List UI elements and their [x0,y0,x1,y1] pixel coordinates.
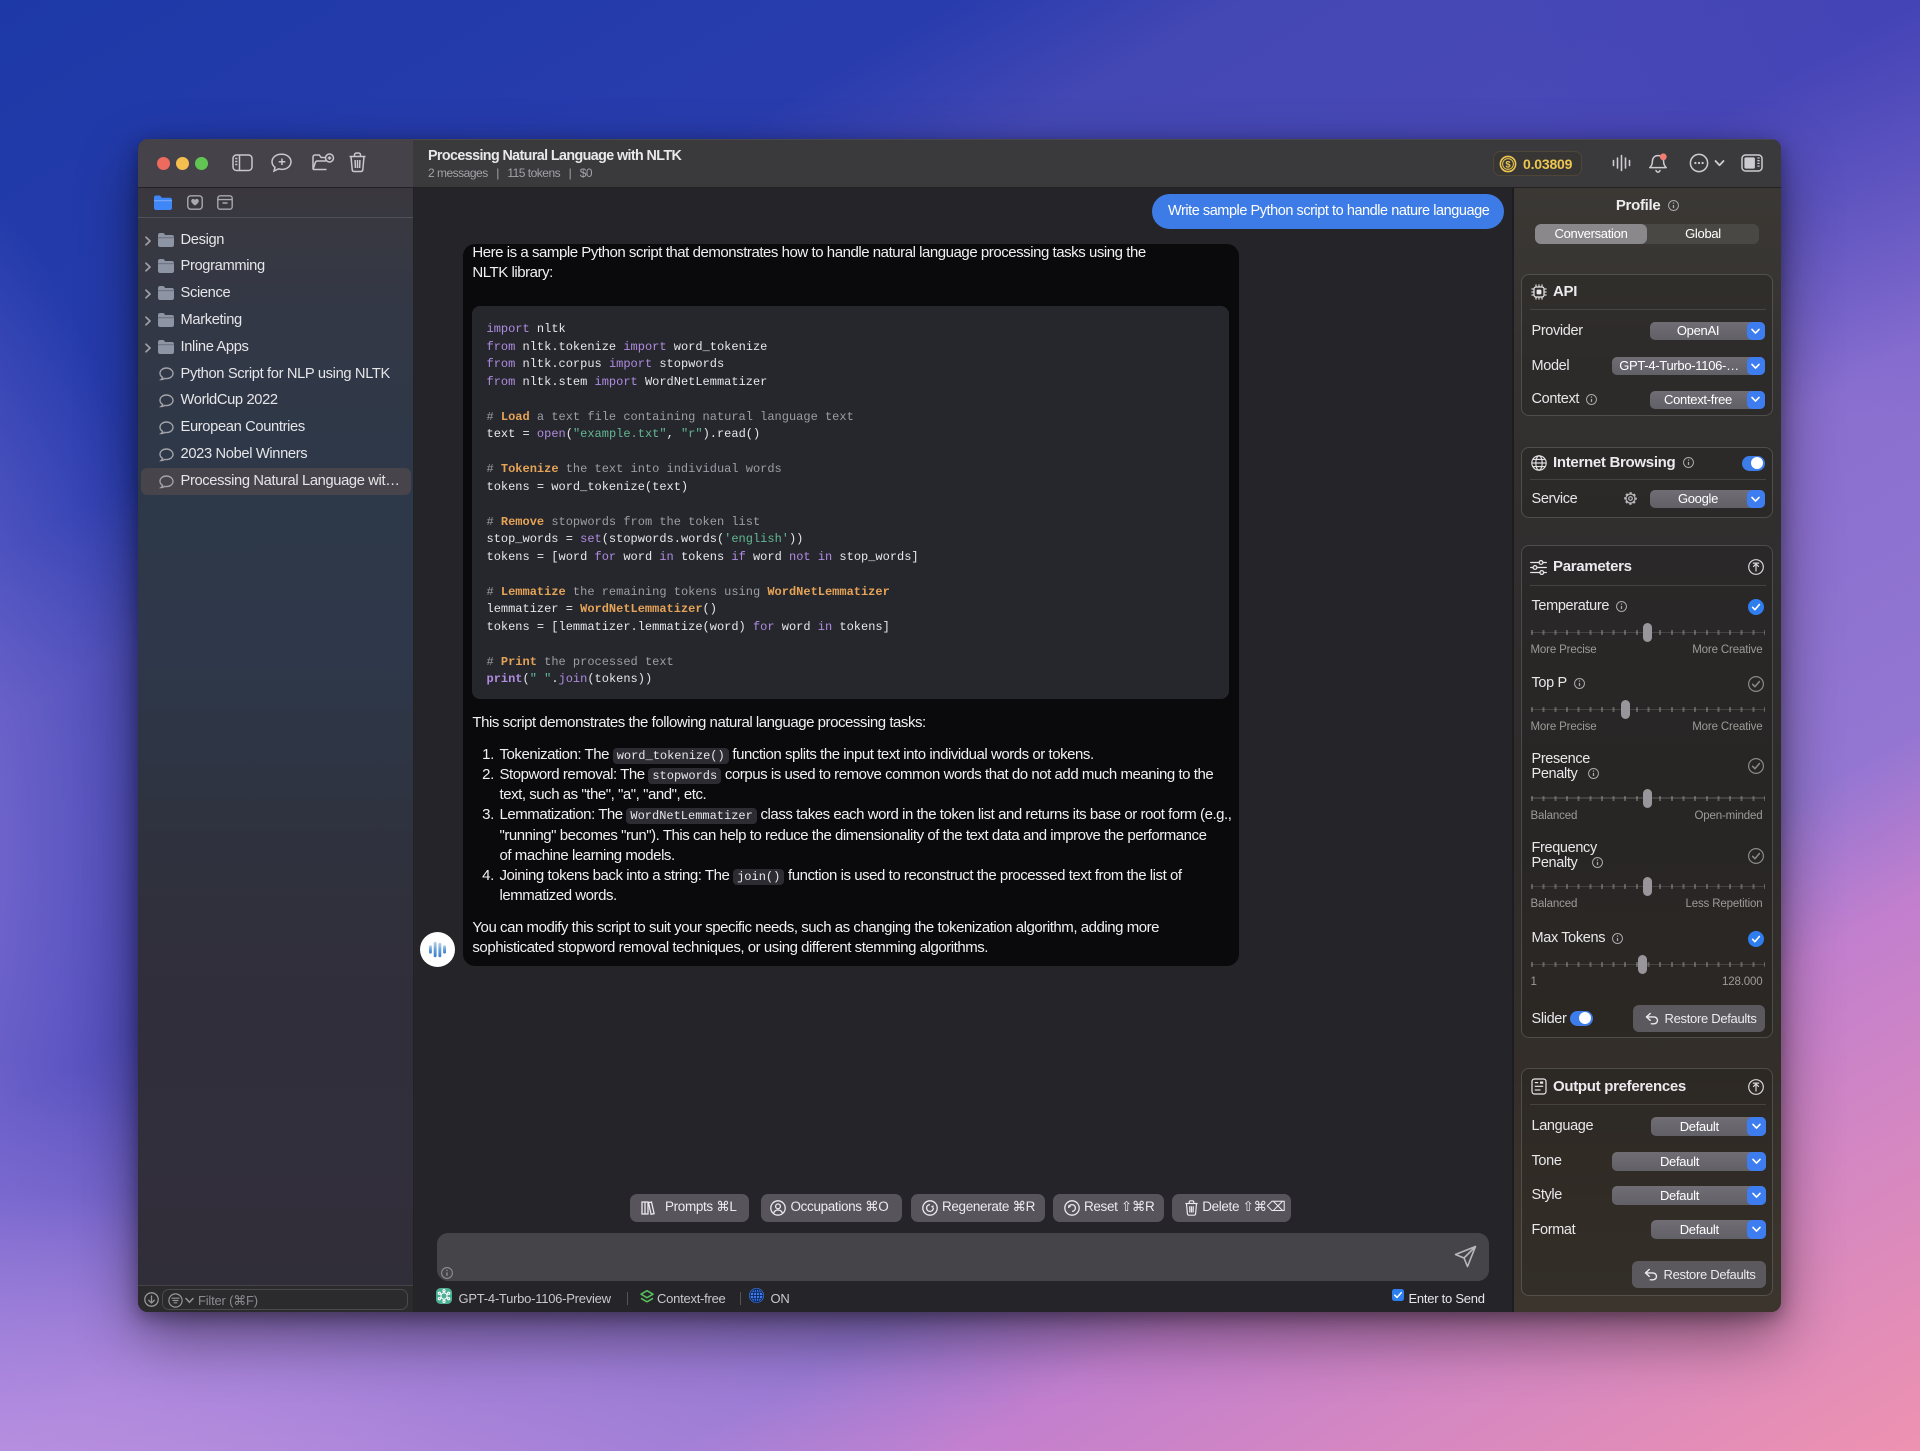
svg-text:$: $ [1505,159,1511,170]
